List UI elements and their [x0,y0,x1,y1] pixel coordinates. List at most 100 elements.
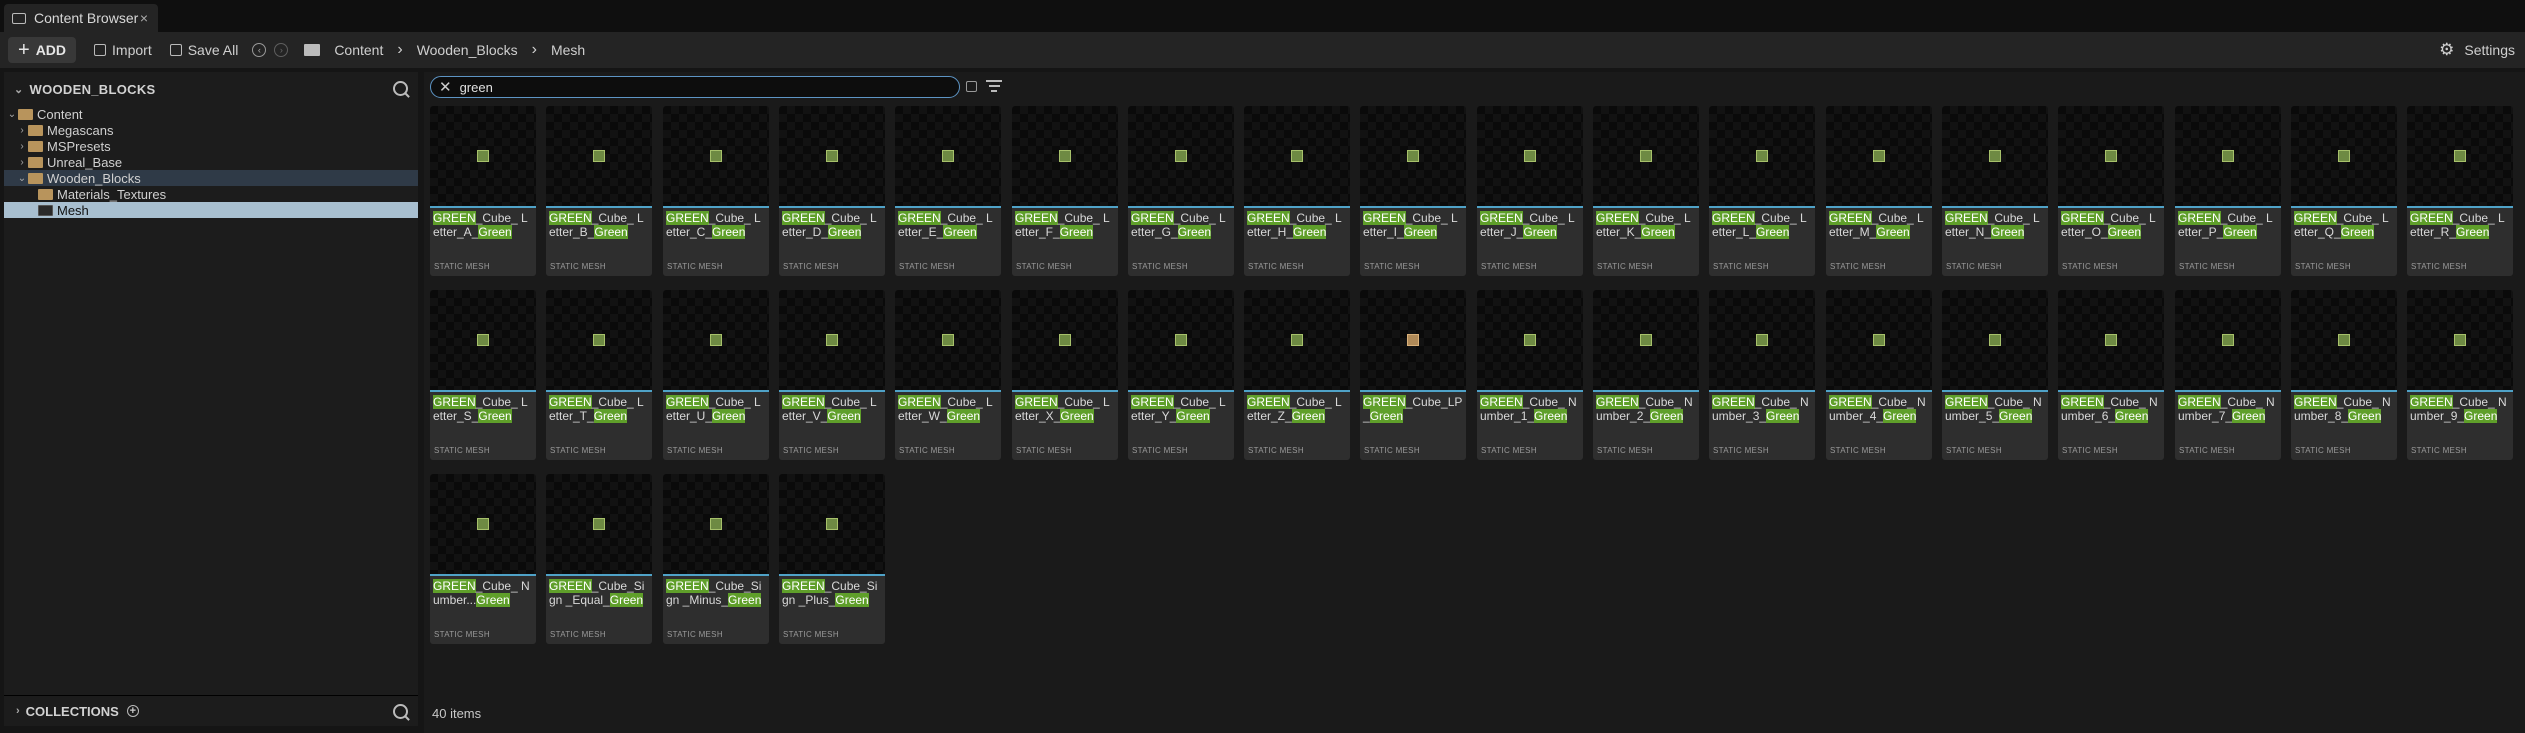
search-icon[interactable] [393,81,408,96]
asset-tile[interactable]: GREEN_Cube_ Letter_G_Green STATIC MESH [1128,106,1234,276]
asset-type-label: STATIC MESH [1016,262,1072,271]
forward-icon[interactable]: › [274,43,289,57]
chevron-right-icon[interactable]: › [16,125,28,136]
chevron-right-icon[interactable]: › [532,41,537,59]
clear-search-icon[interactable]: ✕ [439,78,452,96]
asset-tile[interactable]: GREEN_Cube_Sign _Plus_Green STATIC MESH [779,474,885,644]
asset-tile[interactable]: GREEN_Cube_ Letter_S_Green STATIC MESH [430,290,536,460]
breadcrumb-wooden-blocks[interactable]: Wooden_Blocks [417,42,518,58]
tree-item[interactable]: › Megascans [4,122,418,138]
tab-content-browser[interactable]: Content Browser × [4,4,158,32]
back-icon[interactable]: ‹ [252,43,267,57]
tree-item[interactable]: ⌄ Content [4,106,418,122]
sources-header[interactable]: ⌄ WOODEN_BLOCKS [4,72,418,106]
asset-thumbnail [2175,106,2281,206]
asset-thumbnail [1012,290,1118,390]
asset-tile[interactable]: GREEN_Cube_ Letter_A_Green STATIC MESH [430,106,536,276]
close-tab-icon[interactable]: × [140,10,148,26]
asset-tile[interactable]: GREEN_Cube_ Letter_B_Green STATIC MESH [546,106,652,276]
asset-tile[interactable]: GREEN_Cube_Sign _Minus_Green STATIC MESH [663,474,769,644]
search-match-highlight: Green [478,225,512,239]
asset-tile[interactable]: GREEN_Cube_ Letter_C_Green STATIC MESH [663,106,769,276]
asset-tile[interactable]: GREEN_Cube_ Number_8_Green STATIC MESH [2291,290,2397,460]
chevron-right-icon[interactable]: › [16,157,28,168]
tree-item[interactable]: › MSPresets [4,138,418,154]
filter-icon[interactable] [986,80,1002,92]
cube-icon [1291,150,1303,162]
asset-thumbnail [546,106,652,206]
asset-tile[interactable]: GREEN_Cube_ Number_5_Green STATIC MESH [1942,290,2048,460]
asset-tile[interactable]: GREEN_Cube_ Letter_U_Green STATIC MESH [663,290,769,460]
asset-tile[interactable]: GREEN_Cube_ Letter_I_Green STATIC MESH [1360,106,1466,276]
cube-icon [593,518,605,530]
asset-tile[interactable]: GREEN_Cube_ Letter_W_Green STATIC MESH [895,290,1001,460]
chevron-down-icon[interactable]: ⌄ [14,83,24,96]
search-icon[interactable] [393,704,408,719]
search-match-highlight: Green [1060,409,1094,423]
asset-tile[interactable]: GREEN_Cube_ Number_2_Green STATIC MESH [1593,290,1699,460]
asset-tile[interactable]: GREEN_Cube_ Letter_Q_Green STATIC MESH [2291,106,2397,276]
asset-tile[interactable]: GREEN_Cube_ Number_1_Green STATIC MESH [1477,290,1583,460]
asset-name: GREEN_Cube_ Letter_I_Green [1360,208,1466,241]
folder-icon[interactable] [304,44,321,56]
chevron-right-icon[interactable]: › [16,705,20,717]
asset-tile[interactable]: GREEN_Cube_ Letter_Y_Green STATIC MESH [1128,290,1234,460]
import-button[interactable]: Import [94,42,152,58]
asset-tile[interactable]: GREEN_Cube_ Letter_T_Green STATIC MESH [546,290,652,460]
save-search-icon[interactable] [966,81,977,92]
asset-tile[interactable]: GREEN_Cube_ Letter_O_Green STATIC MESH [2058,106,2164,276]
search-input[interactable]: ✕ green [430,76,960,98]
asset-tile[interactable]: GREEN_Cube_ Letter_D_Green STATIC MESH [779,106,885,276]
search-match-highlight: Green [1534,409,1568,423]
asset-tile[interactable]: GREEN_Cube_Sign _Equal_Green STATIC MESH [546,474,652,644]
asset-tile[interactable]: GREEN_Cube_ Letter_F_Green STATIC MESH [1012,106,1118,276]
breadcrumb-mesh[interactable]: Mesh [551,42,585,58]
asset-tile[interactable]: GREEN_Cube_ Letter_X_Green STATIC MESH [1012,290,1118,460]
import-icon [94,44,107,56]
asset-tile[interactable]: GREEN_Cube_ Number_4_Green STATIC MESH [1826,290,1932,460]
asset-tile[interactable]: GREEN_Cube_ Letter_M_Green STATIC MESH [1826,106,1932,276]
asset-tile[interactable]: GREEN_Cube_ Number_3_Green STATIC MESH [1709,290,1815,460]
asset-type-label: STATIC MESH [783,446,839,455]
search-match-highlight: Green [476,593,510,607]
breadcrumb-content[interactable]: Content [334,42,383,58]
asset-tile[interactable]: GREEN_Cube_ Letter_P_Green STATIC MESH [2175,106,2281,276]
search-match-highlight: GREEN [1131,395,1174,409]
plus-icon: + [18,38,30,61]
asset-tile[interactable]: GREEN_Cube_ Number_7_Green STATIC MESH [2175,290,2281,460]
chevron-right-icon[interactable]: › [397,41,402,59]
asset-tile[interactable]: GREEN_Cube_ Letter_H_Green STATIC MESH [1244,106,1350,276]
search-match-highlight: GREEN [666,211,709,225]
save-all-button[interactable]: Save All [169,42,238,58]
asset-tile[interactable]: GREEN_Cube_ Number_9_Green STATIC MESH [2407,290,2513,460]
asset-tile[interactable]: GREEN_Cube_ Letter_K_Green STATIC MESH [1593,106,1699,276]
asset-type-label: STATIC MESH [1481,446,1537,455]
settings-button[interactable]: ⚙ Settings [2439,32,2515,68]
collections-header[interactable]: › COLLECTIONS + [4,695,418,726]
asset-type-label: STATIC MESH [2179,262,2235,271]
tree-item[interactable]: ⌄ Wooden_Blocks [4,170,418,186]
asset-tile[interactable]: GREEN_Cube_ Letter_V_Green STATIC MESH [779,290,885,460]
chevron-right-icon[interactable]: › [16,141,28,152]
asset-tile[interactable]: GREEN_Cube_ Letter_J_Green STATIC MESH [1477,106,1583,276]
add-label: ADD [35,42,67,58]
chevron-down-icon[interactable]: ⌄ [6,109,18,120]
asset-tile[interactable]: GREEN_Cube_ Letter_Z_Green STATIC MESH [1244,290,1350,460]
asset-tile[interactable]: GREEN_Cube_ Number...Green STATIC MESH [430,474,536,644]
asset-tile[interactable]: GREEN_Cube_ Number_6_Green STATIC MESH [2058,290,2164,460]
asset-tile[interactable]: GREEN_Cube_ Letter_E_Green STATIC MESH [895,106,1001,276]
chevron-down-icon[interactable]: ⌄ [16,173,28,184]
asset-tile[interactable]: GREEN_Cube_LP_Green STATIC MESH [1360,290,1466,460]
asset-name: GREEN_Cube_ Letter_J_Green [1477,208,1583,241]
asset-tile[interactable]: GREEN_Cube_ Letter_L_Green STATIC MESH [1709,106,1815,276]
search-match-highlight: GREEN [2294,211,2337,225]
tree-item[interactable]: Materials_Textures [4,186,418,202]
add-collection-icon[interactable]: + [126,705,139,717]
asset-tile[interactable]: GREEN_Cube_ Letter_N_Green STATIC MESH [1942,106,2048,276]
add-button[interactable]: + ADD [8,37,77,63]
asset-tile[interactable]: GREEN_Cube_ Letter_R_Green STATIC MESH [2407,106,2513,276]
cube-icon [1291,334,1303,346]
search-match-highlight: GREEN [782,211,825,225]
tree-item[interactable]: Mesh [4,202,418,218]
tree-item[interactable]: › Unreal_Base [4,154,418,170]
